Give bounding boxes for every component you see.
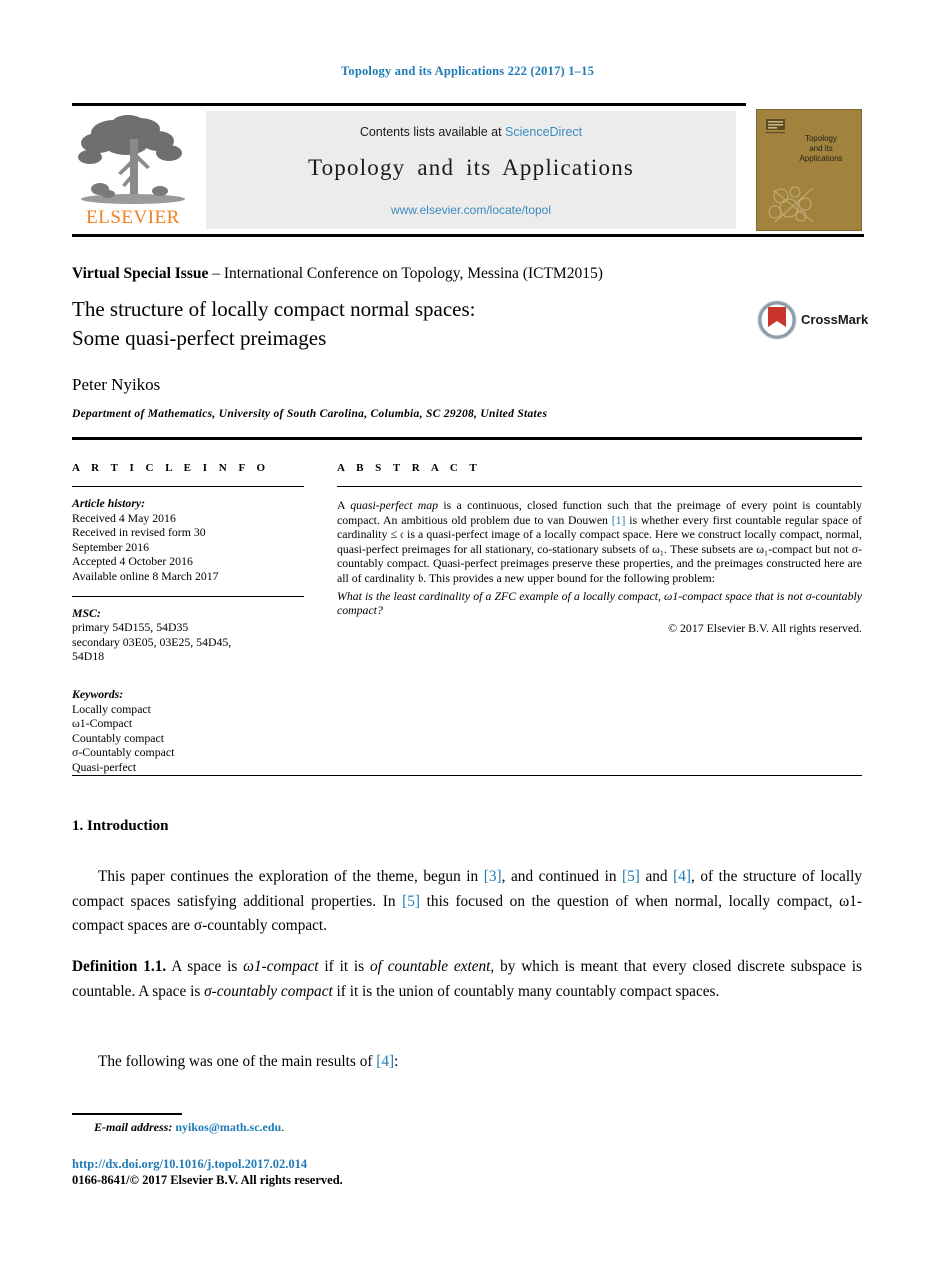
page-title: The structure of locally compact normal … <box>72 295 732 353</box>
elsevier-wordmark: ELSEVIER <box>86 207 180 228</box>
section-heading-introduction: 1. Introduction <box>72 818 169 834</box>
definition-part-a: A space is <box>166 958 244 975</box>
keywords-block: Keywords: Locally compact ω1-Compact Cou… <box>72 687 304 775</box>
msc-line: 54D18 <box>72 649 105 664</box>
email-label: E-mail address: <box>94 1120 173 1134</box>
journal-cover-thumbnail: Topology and its Applications <box>756 109 862 231</box>
abstract-italic-term: quasi-perfect map <box>350 498 439 512</box>
following-results-paragraph: The following was one of the main result… <box>72 1050 862 1075</box>
doi-link[interactable]: http://dx.doi.org/10.1016/j.topol.2017.0… <box>72 1157 307 1172</box>
cover-elsevier-mark <box>766 119 785 134</box>
article-info-heading: A R T I C L E I N F O <box>72 462 270 474</box>
definition-part-b: if it is <box>318 958 370 975</box>
definition-paragraph: Definition 1.1. A space is ω1-compact if… <box>72 955 862 1004</box>
keyword-item: ω1-Compact <box>72 716 133 731</box>
definition-term-3: σ-countably compact <box>204 982 333 1000</box>
keyword-item: Locally compact <box>72 701 151 716</box>
msc-hairline <box>72 595 304 597</box>
contents-lists-line: Contents lists available at ScienceDirec… <box>206 125 736 139</box>
abstract-hairline <box>337 486 862 487</box>
abstract-part-a: A <box>337 498 351 512</box>
intro-part-a: This paper continues the exploration of … <box>98 868 484 885</box>
citation-3[interactable]: [3] <box>484 868 502 885</box>
special-issue-line: Virtual Special Issue – International Co… <box>72 265 862 283</box>
follow-part-a: The following was one of the main result… <box>98 1053 377 1070</box>
contents-lists-prefix: Contents lists available at <box>359 125 506 139</box>
definition-label: Definition 1.1. <box>72 958 167 975</box>
elsevier-logo: ELSEVIER <box>74 111 192 229</box>
msc-line: secondary 03E05, 03E25, 54D45, <box>72 634 232 649</box>
email-link[interactable]: nyikos@math.sc.edu <box>175 1120 281 1134</box>
article-title-line1: The structure of locally compact normal … <box>72 297 476 321</box>
author-name: Peter Nyikos <box>72 375 161 394</box>
article-history-label: Article history: <box>72 496 146 510</box>
special-issue-rest: – International Conference on Topology, … <box>208 265 603 282</box>
abstract-text: A quasi-perfect map is a continuous, clo… <box>337 498 862 586</box>
citation-5[interactable]: [5] <box>622 868 640 885</box>
info-section-rule <box>72 437 862 440</box>
intro-paragraph: This paper continues the exploration of … <box>72 865 862 939</box>
history-line: Received 4 May 2016 <box>72 510 176 525</box>
definition-part-d: if it is the union of countably many cou… <box>332 982 720 1000</box>
journal-masthead: ELSEVIER Contents lists available at Sci… <box>72 103 864 237</box>
cover-artwork <box>768 186 814 223</box>
keyword-item: σ-Countably compact <box>72 745 175 760</box>
article-title-line2: Some quasi-perfect preimages <box>72 326 327 350</box>
keyword-item: Quasi-perfect <box>72 759 137 774</box>
abstract-column: A B S T R A C T A quasi-perfect map is a… <box>337 462 862 636</box>
crossmark-badge[interactable]: CrossMark <box>757 300 868 342</box>
journal-url-link[interactable]: www.elsevier.com/locate/topol <box>206 203 736 217</box>
history-line: Accepted 4 October 2016 <box>72 554 193 569</box>
footnote-email-line: E-mail address: nyikos@math.sc.edu. <box>72 1120 672 1135</box>
running-head: Topology and its Applications 222 (2017)… <box>340 64 595 78</box>
abstract-heading: A B S T R A C T <box>337 462 482 474</box>
follow-part-b: : <box>394 1053 399 1070</box>
history-line: September 2016 <box>72 539 149 554</box>
issn-copyright-line: 0166-8641/© 2017 Elsevier B.V. All right… <box>72 1173 343 1187</box>
intro-part-b: , and continued in <box>501 868 623 885</box>
cover-title-text: Topology and its Applications <box>799 134 843 163</box>
msc-block: MSC: primary 54D155, 54D35 secondary 03E… <box>72 606 304 664</box>
sciencedirect-link[interactable]: ScienceDirect <box>505 125 582 139</box>
history-line: Available online 8 March 2017 <box>72 568 219 583</box>
author-affiliation: Department of Mathematics, University of… <box>72 408 548 420</box>
footnote-rule <box>72 1113 182 1115</box>
article-history-block: Article history: Received 4 May 2016 Rec… <box>72 496 304 584</box>
abstract-open-question: What is the least cardinality of a ZFC e… <box>337 588 862 618</box>
abstract-copyright: © 2017 Elsevier B.V. All rights reserved… <box>668 620 862 635</box>
special-issue-label: Virtual Special Issue <box>72 265 209 282</box>
citation-5b[interactable]: [5] <box>402 893 420 910</box>
crossmark-label: CrossMark <box>801 312 869 327</box>
msc-label: MSC: <box>72 605 101 620</box>
msc-line: primary 54D155, 54D35 <box>72 620 189 635</box>
abstract-citation-1[interactable]: [1] <box>612 513 626 527</box>
history-line: Received in revised form 30 <box>72 525 206 540</box>
masthead-bottom-rule <box>72 234 864 237</box>
masthead-top-rule <box>72 103 746 106</box>
abstract-bottom-rule <box>72 775 862 776</box>
email-period: . <box>281 1120 285 1134</box>
citation-4[interactable]: [4] <box>673 868 691 885</box>
journal-band: Contents lists available at ScienceDirec… <box>206 111 736 229</box>
keywords-label: Keywords: <box>72 686 124 701</box>
crossmark-icon <box>757 300 797 340</box>
paper-page: Topology and its Applications 222 (2017)… <box>0 0 935 1266</box>
article-info-hairline <box>72 486 304 487</box>
article-info-column: A R T I C L E I N F O Article history: R… <box>72 462 304 775</box>
intro-part-c: and <box>639 868 674 885</box>
citation-4b[interactable]: [4] <box>376 1053 394 1070</box>
journal-title: Topology and its Applications <box>307 155 635 180</box>
definition-term-2: of countable extent, <box>370 958 495 975</box>
keyword-item: Countably compact <box>72 730 165 745</box>
definition-term-1: ω1-compact <box>243 958 319 975</box>
